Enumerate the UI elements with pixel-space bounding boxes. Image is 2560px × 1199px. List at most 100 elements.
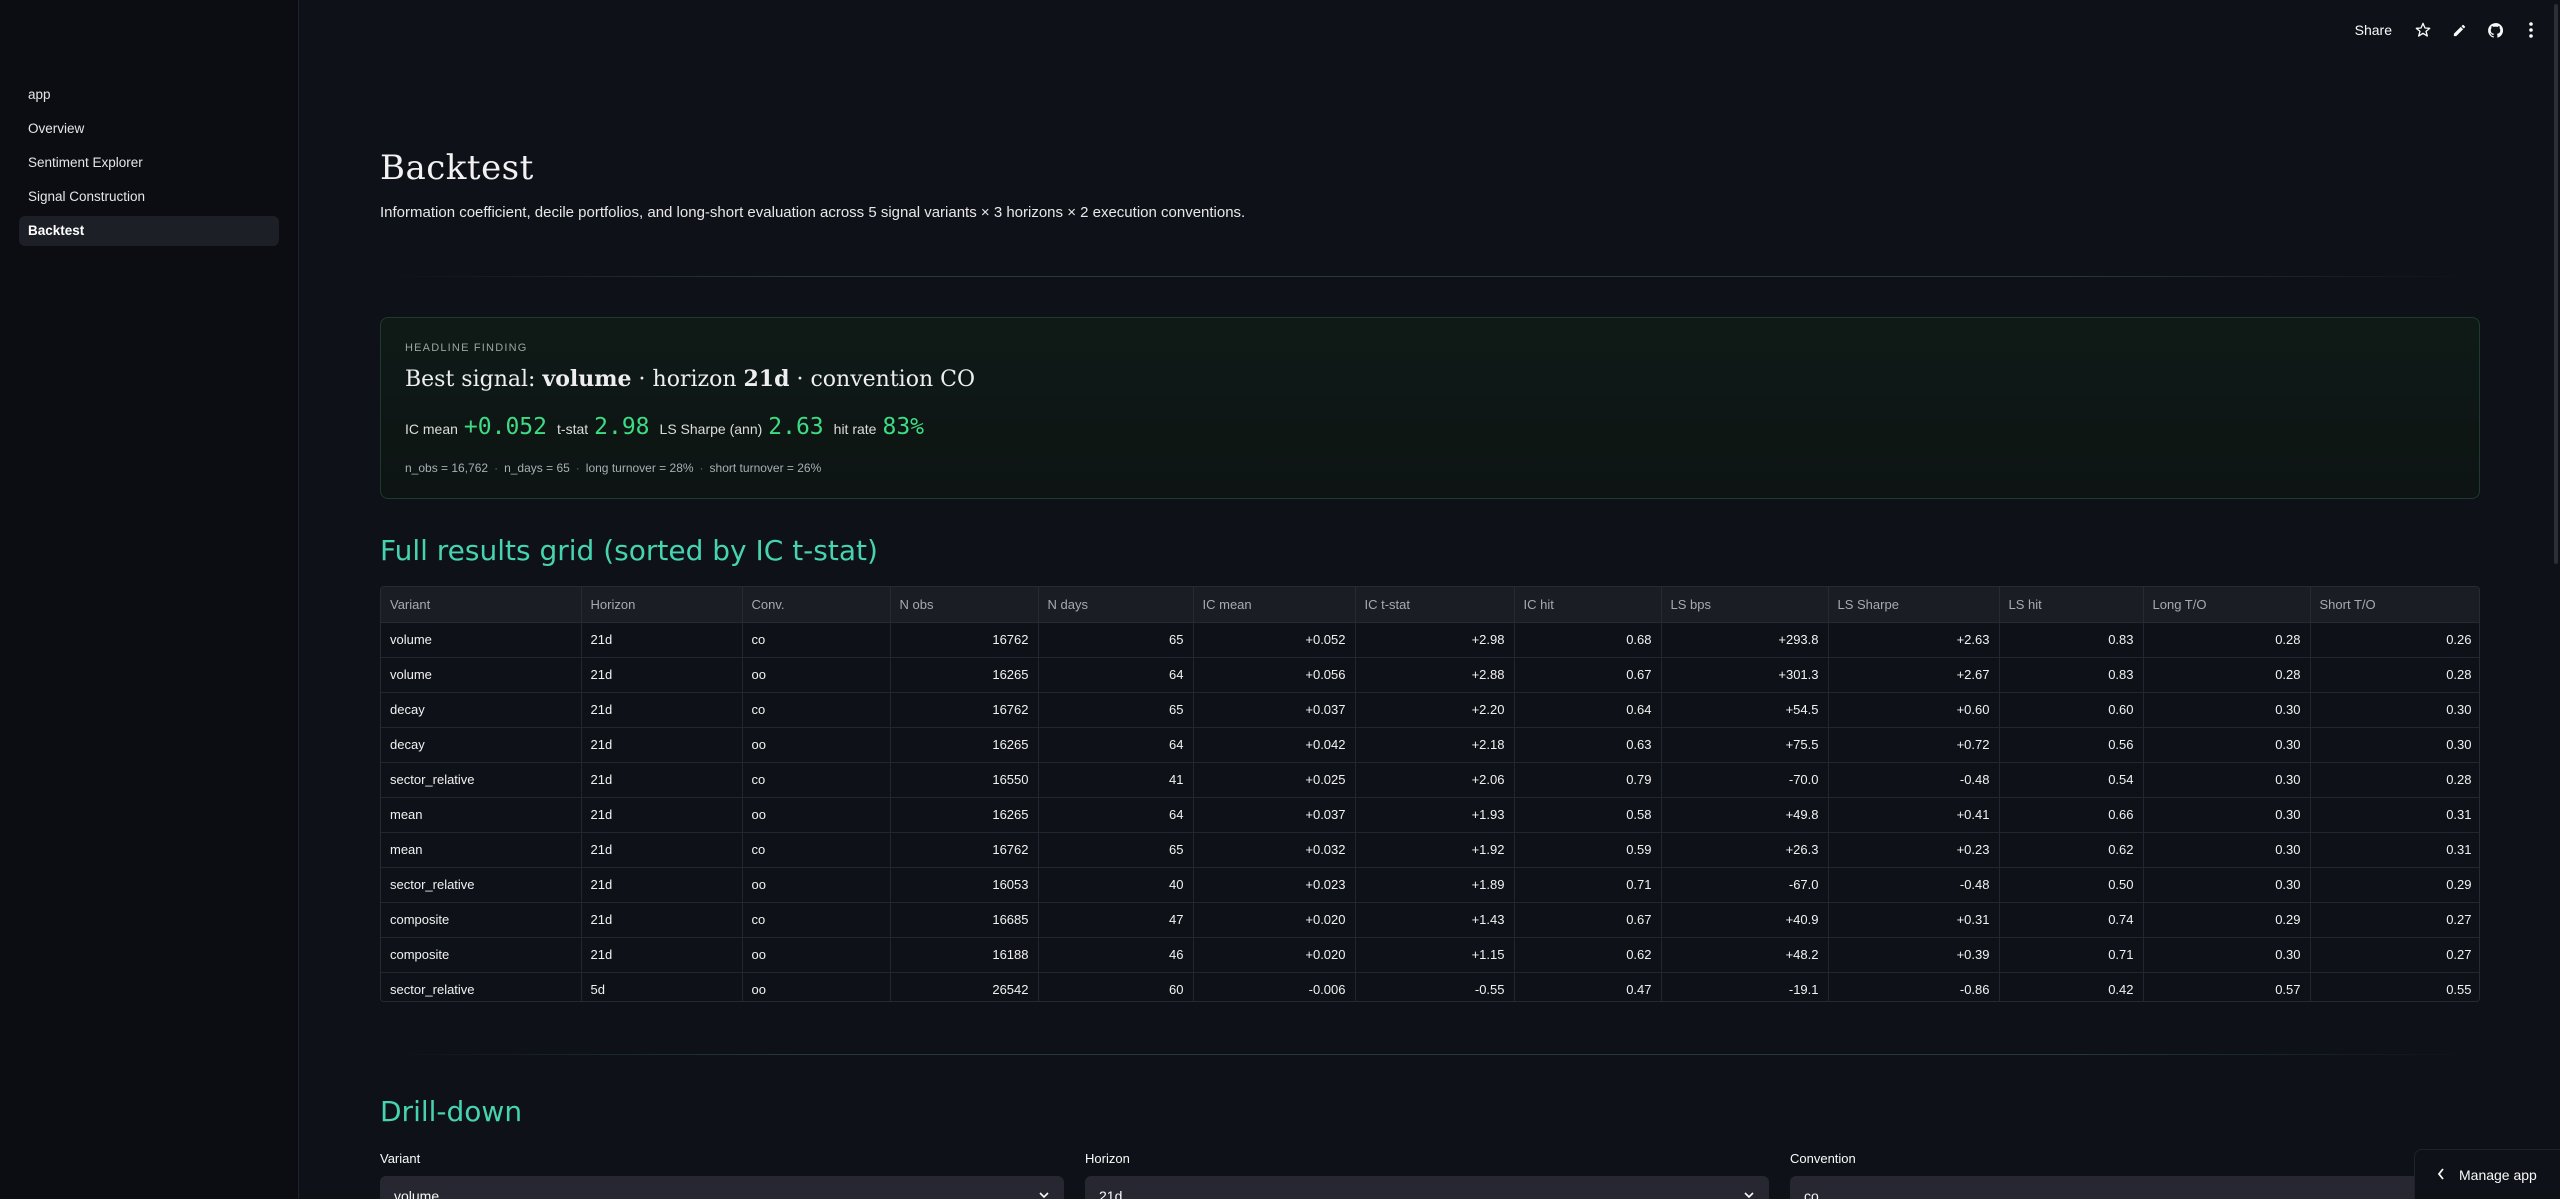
column-header[interactable]: Long T/O — [2143, 587, 2311, 623]
table-cell: 41 — [1038, 762, 1194, 798]
edit-icon[interactable] — [2448, 19, 2470, 41]
column-header[interactable]: Horizon — [581, 587, 743, 623]
table-cell: 0.66 — [1999, 797, 2144, 833]
table-cell: 0.64 — [1514, 692, 1662, 728]
column-header[interactable]: IC t-stat — [1355, 587, 1515, 623]
table-cell: -0.006 — [1193, 972, 1356, 1001]
table-row[interactable]: mean 21d oo 16265 64 +0.037 +1.93 0.58 +49.8 +0.4… — [381, 797, 2479, 833]
table-cell: +2.63 — [1828, 622, 2000, 658]
table-cell: 16762 — [890, 832, 1039, 868]
table-cell: +2.98 — [1355, 622, 1515, 658]
page-title: Backtest — [380, 148, 534, 188]
table-cell: +0.037 — [1193, 692, 1356, 728]
table-cell: 21d — [581, 797, 743, 833]
sidebar-item-app[interactable]: app — [19, 80, 279, 110]
column-header[interactable]: LS hit — [1999, 587, 2144, 623]
table-cell: 0.31 — [2310, 797, 2479, 833]
table-cell: +0.39 — [1828, 937, 2000, 973]
column-header[interactable]: Variant — [381, 587, 582, 623]
results-table[interactable]: Variant Horizon Conv. N obs N days IC mean IC … — [380, 586, 2480, 1002]
sidebar-item-sentiment-explorer[interactable]: Sentiment Explorer — [19, 148, 279, 178]
table-cell: +301.3 — [1661, 657, 1829, 693]
table-cell: oo — [742, 797, 891, 833]
more-vertical-icon[interactable] — [2520, 19, 2542, 41]
table-cell: 21d — [581, 867, 743, 903]
table-cell: 21d — [581, 657, 743, 693]
table-cell: 0.57 — [2143, 972, 2311, 1001]
table-cell: mean — [381, 832, 582, 868]
table-cell: 0.58 — [1514, 797, 1662, 833]
table-row[interactable]: composite 21d co 16685 47 +0.020 +1.43 0.67 +40.… — [381, 902, 2479, 938]
star-icon[interactable] — [2412, 19, 2434, 41]
table-row[interactable]: decay 21d oo 16265 64 +0.042 +2.18 0.63 +75.5 +0.… — [381, 727, 2479, 763]
table-row[interactable]: sector_relative 5d oo 26542 60 -0.006 -0.55 0.4… — [381, 972, 2479, 1001]
table-cell: 0.30 — [2143, 727, 2311, 763]
table-cell: 5d — [581, 972, 743, 1001]
table-cell: co — [742, 622, 891, 658]
table-cell: co — [742, 902, 891, 938]
table-row[interactable]: sector_relative 21d oo 16053 40 +0.023 +1.89 0.… — [381, 867, 2479, 903]
metric-label: LS Sharpe (ann) — [659, 421, 763, 437]
footer-separator: · — [699, 461, 704, 475]
sidebar-item-overview[interactable]: Overview — [19, 114, 279, 144]
sidebar-item-backtest[interactable]: Backtest — [19, 216, 279, 246]
sidebar: app Overview Sentiment Explorer Signal C… — [0, 0, 299, 1199]
table-cell: 21d — [581, 832, 743, 868]
convention-select-value: co — [1804, 1188, 1819, 1199]
table-cell: 0.30 — [2143, 937, 2311, 973]
footer-separator: · — [575, 461, 580, 475]
variant-select[interactable]: volume — [380, 1176, 1064, 1199]
table-row[interactable]: volume 21d co 16762 65 +0.052 +2.98 0.68 +293.8 +… — [381, 622, 2479, 658]
metric-label: hit rate — [833, 421, 877, 437]
footer-stat: short turnover = 26% — [709, 461, 822, 475]
table-cell: 46 — [1038, 937, 1194, 973]
headline-title: Best signal: volume · horizon 21d · conv… — [405, 366, 975, 392]
table-row[interactable]: mean 21d co 16762 65 +0.032 +1.92 0.59 +26.3 +0.2… — [381, 832, 2479, 868]
vertical-scrollbar[interactable] — [2552, 0, 2560, 1199]
footer-stat: n_days = 65 — [504, 461, 570, 475]
table-cell: oo — [742, 937, 891, 973]
table-cell: 16265 — [890, 657, 1039, 693]
horizon-select[interactable]: 21d — [1085, 1176, 1769, 1199]
column-header[interactable]: IC mean — [1193, 587, 1356, 623]
table-cell: 0.42 — [1999, 972, 2144, 1001]
column-header[interactable]: IC hit — [1514, 587, 1662, 623]
table-cell: 65 — [1038, 692, 1194, 728]
column-header[interactable]: Short T/O — [2310, 587, 2479, 623]
github-icon[interactable] — [2484, 19, 2506, 41]
table-cell: +0.020 — [1193, 902, 1356, 938]
column-header[interactable]: Conv. — [742, 587, 891, 623]
table-cell: 0.67 — [1514, 902, 1662, 938]
table-cell: 0.74 — [1999, 902, 2144, 938]
column-header[interactable]: LS bps — [1661, 587, 1829, 623]
table-cell: composite — [381, 902, 582, 938]
headline-horizon: 21d — [743, 366, 790, 392]
headline-metrics: IC mean +0.052 t-stat 2.98 LS Sharpe (an… — [405, 414, 934, 440]
table-cell: +0.31 — [1828, 902, 2000, 938]
table-cell: 21d — [581, 622, 743, 658]
headline-card: HEADLINE FINDING Best signal: volume · h… — [380, 317, 2480, 499]
page-subtitle: Information coefficient, decile portfoli… — [380, 204, 1246, 221]
column-header[interactable]: N obs — [890, 587, 1039, 623]
table-cell: +40.9 — [1661, 902, 1829, 938]
table-row[interactable]: decay 21d co 16762 65 +0.037 +2.20 0.64 +54.5 +0.… — [381, 692, 2479, 728]
table-row[interactable]: sector_relative 21d co 16550 41 +0.025 +2.06 0.… — [381, 762, 2479, 798]
table-cell: oo — [742, 657, 891, 693]
convention-select[interactable]: co — [1790, 1176, 2480, 1199]
top-toolbar: Share — [2349, 16, 2542, 44]
sidebar-item-signal-construction[interactable]: Signal Construction — [19, 182, 279, 212]
column-header[interactable]: LS Sharpe — [1828, 587, 2000, 623]
column-header[interactable]: N days — [1038, 587, 1194, 623]
share-button[interactable]: Share — [2349, 22, 2398, 38]
table-cell: +0.056 — [1193, 657, 1356, 693]
metric-value: 2.63 — [768, 414, 824, 440]
headline-label: HEADLINE FINDING — [405, 342, 528, 354]
manage-app-button[interactable]: Manage app — [2414, 1149, 2560, 1199]
table-cell: 0.62 — [1514, 937, 1662, 973]
table-cell: +0.037 — [1193, 797, 1356, 833]
table-cell: sector_relative — [381, 867, 582, 903]
table-cell: 0.71 — [1999, 937, 2144, 973]
table-row[interactable]: composite 21d oo 16188 46 +0.020 +1.15 0.62 +48.… — [381, 937, 2479, 973]
table-row[interactable]: volume 21d oo 16265 64 +0.056 +2.88 0.67 +301.3 +… — [381, 657, 2479, 693]
scrollbar-thumb[interactable] — [2554, 4, 2558, 564]
